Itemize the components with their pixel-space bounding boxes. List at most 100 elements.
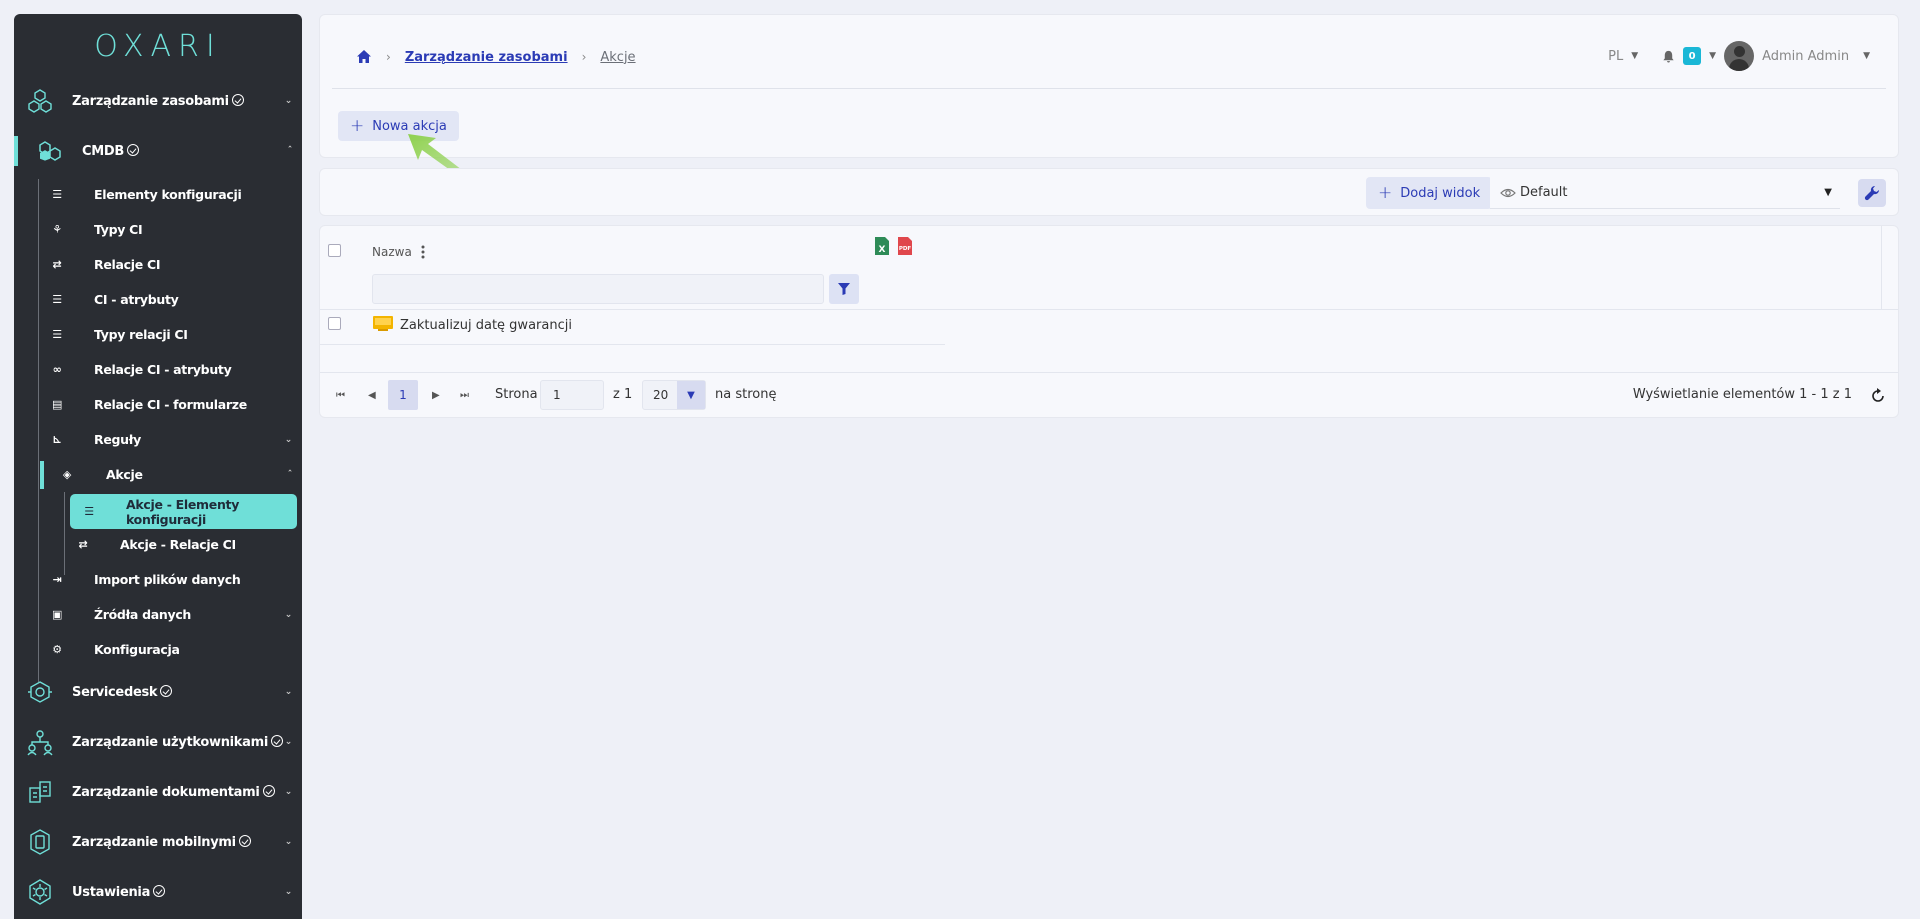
sidebar-item-typy-relacji-ci[interactable]: ☰ Typy relacji CI: [14, 317, 302, 352]
sidebar-item-relacje-ci-formularze[interactable]: ▤ Relacje CI - formularze: [14, 387, 302, 422]
sidebar-item-akcje-relacje-ci[interactable]: ⇄ Akcje - Relacje CI: [14, 527, 302, 562]
home-icon[interactable]: [356, 49, 372, 65]
list-icon: ☰: [52, 327, 62, 341]
language-selector[interactable]: PL: [1608, 49, 1623, 64]
nav-zarzadzanie-zasobami[interactable]: Zarządzanie zasobami ⌄: [14, 76, 302, 126]
sidebar-item-label: Akcje - Relacje CI: [120, 537, 236, 552]
column-menu-icon[interactable]: [420, 244, 426, 260]
sidebar-item-relacje-ci-atrybuty[interactable]: ∞ Relacje CI - atrybuty: [14, 352, 302, 387]
documents-icon: [29, 781, 51, 803]
nav-label: Ustawienia: [72, 884, 166, 900]
header-right: PL ▼ 0 ▼ Admin Admin ▼: [1608, 41, 1870, 71]
sidebar-item-elementy-konfiguracji[interactable]: ☰ Elementy konfiguracji: [14, 177, 302, 212]
list-icon: ☰: [84, 504, 94, 518]
per-page-label: na stronę: [715, 387, 777, 402]
verified-icon: [126, 143, 139, 156]
verified-icon: [153, 884, 166, 897]
nav-cmdb[interactable]: CMDB ˆ: [14, 126, 302, 176]
nav-label: Zarządzanie mobilnymi: [72, 834, 251, 850]
pdf-export-icon[interactable]: PDF: [897, 236, 913, 256]
user-name[interactable]: Admin Admin: [1762, 49, 1849, 64]
verified-icon: [238, 834, 251, 847]
hexagon-network-icon: [28, 89, 52, 113]
link-icon: ∞: [52, 362, 62, 376]
excel-export-icon[interactable]: X: [874, 236, 890, 256]
sidebar-item-konfiguracja[interactable]: ⚙ Konfiguracja: [14, 632, 302, 667]
swap-icon: ⇄: [52, 257, 62, 271]
sidebar-item-zrodla-danych[interactable]: ▣ Źródła danych ⌄: [14, 597, 302, 632]
row-name[interactable]: Zaktualizuj datę gwarancji: [400, 318, 572, 333]
target-icon: ◈: [62, 467, 72, 481]
sidebar-item-label: CI - atrybuty: [94, 292, 179, 307]
page-number-current[interactable]: 1: [388, 380, 418, 410]
box-icon: ▣: [51, 607, 63, 621]
breadcrumb-separator: ›: [386, 50, 391, 64]
sidebar-item-label: Typy CI: [94, 222, 143, 237]
filter-button[interactable]: [829, 274, 859, 304]
avatar[interactable]: [1724, 41, 1755, 71]
chevron-up-icon: ˆ: [287, 469, 293, 480]
swap-icon: ⇄: [78, 537, 88, 551]
settings-hexagon-icon: [29, 879, 51, 905]
first-page-icon[interactable]: ⏮: [336, 390, 345, 401]
chevron-up-icon: ˆ: [287, 146, 293, 156]
notification-count[interactable]: 0: [1683, 47, 1702, 65]
page-input[interactable]: 1: [540, 380, 604, 410]
import-icon: ⇥: [52, 572, 62, 586]
sidebar-item-akcje[interactable]: ◈ Akcje ˆ: [14, 457, 302, 492]
servicedesk-icon: [28, 681, 52, 703]
sidebar-item-typy-ci[interactable]: ⚘ Typy CI: [14, 212, 302, 247]
chevron-down-icon: ⌄: [284, 837, 293, 847]
sidebar-item-label: Konfiguracja: [94, 642, 180, 657]
monitor-icon: [373, 316, 393, 331]
refresh-icon[interactable]: [1870, 388, 1886, 404]
list-icon: ☰: [52, 187, 62, 201]
table-row[interactable]: Zaktualizuj datę gwarancji: [320, 310, 945, 345]
name-filter-input[interactable]: [372, 274, 824, 304]
bell-icon[interactable]: [1662, 50, 1675, 63]
column-header-nazwa[interactable]: Nazwa: [372, 245, 412, 259]
add-view-button[interactable]: + Dodaj widok: [1366, 177, 1493, 209]
shapes-icon: ⚘: [52, 222, 62, 236]
breadcrumb-link-zarzadzanie-zasobami[interactable]: Zarządzanie zasobami: [405, 50, 568, 65]
table-card: Nazwa X PDF Zaktualizuj datę gwarancji ⏮…: [319, 225, 1899, 418]
last-page-icon[interactable]: ⏭: [460, 390, 469, 401]
nav-label: CMDB: [82, 143, 139, 159]
sidebar-item-label: Reguły: [94, 432, 141, 447]
cmdb-hexagons-icon: [39, 141, 61, 161]
nav-ustawienia[interactable]: Ustawienia ⌄: [14, 867, 302, 917]
nav-label: Zarządzanie użytkownikami: [72, 734, 284, 750]
row-checkbox[interactable]: [328, 317, 341, 330]
page-label: Strona: [495, 387, 538, 402]
nav-label: Servicedesk: [72, 684, 173, 700]
nav-zarzadzanie-dokumentami[interactable]: Zarządzanie dokumentami ⌄: [14, 767, 302, 817]
svg-text:X: X: [879, 245, 886, 255]
nav-label: Zarządzanie zasobami: [72, 93, 244, 109]
page-of-label: z 1: [613, 387, 633, 402]
select-all-checkbox[interactable]: [328, 244, 341, 257]
chevron-down-icon: ⌄: [284, 434, 293, 445]
breadcrumb-separator: ›: [581, 50, 587, 64]
list-icon: ☰: [52, 292, 62, 306]
settings-wrench-button[interactable]: [1858, 179, 1886, 207]
prev-page-icon[interactable]: ◀: [368, 390, 376, 401]
sidebar-item-label: Typy relacji CI: [94, 327, 188, 342]
next-page-icon[interactable]: ▶: [432, 390, 440, 401]
page-size-select[interactable]: 20 ▼: [642, 380, 706, 410]
sidebar-item-label: Relacje CI - atrybuty: [94, 362, 232, 377]
view-select[interactable]: Default ▼: [1490, 177, 1840, 209]
chevron-down-icon: ⌄: [284, 887, 293, 897]
logo: OXARI: [94, 28, 222, 64]
nav-zarzadzanie-uzytkownikami[interactable]: Zarządzanie użytkownikami ⌄: [14, 717, 302, 767]
breadcrumb-current: Akcje: [600, 49, 636, 65]
form-icon: ▤: [51, 397, 63, 411]
sidebar-item-reguly[interactable]: ⊾ Reguły ⌄: [14, 422, 302, 457]
sidebar-item-relacje-ci[interactable]: ⇄ Relacje CI: [14, 247, 302, 282]
nav-zarzadzanie-mobilnymi[interactable]: Zarządzanie mobilnymi ⌄: [14, 817, 302, 867]
sidebar-item-ci-atrybuty[interactable]: ☰ CI - atrybuty: [14, 282, 302, 317]
chevron-down-icon: ⌄: [284, 96, 293, 106]
nav-servicedesk[interactable]: Servicedesk ⌄: [14, 667, 302, 717]
sidebar-item-import-plikow[interactable]: ⇥ Import plików danych: [14, 562, 302, 597]
chevron-down-icon: ⌄: [284, 687, 293, 697]
sidebar-item-akcje-elementy-konfiguracji[interactable]: ☰ Akcje - Elementy konfiguracji: [70, 494, 297, 529]
